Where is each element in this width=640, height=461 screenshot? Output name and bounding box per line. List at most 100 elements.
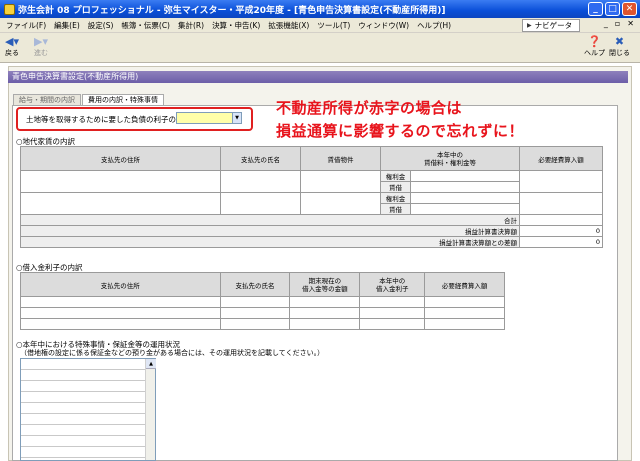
table-row: 権利金 <box>20 192 603 215</box>
table-row: 損益計算書決算額 0 <box>20 225 603 237</box>
mdi-close-icon[interactable]: ✕ <box>627 19 634 28</box>
menu-extensions[interactable]: 拡張機能(X) <box>264 20 313 31</box>
mdi-minimize-icon[interactable]: _ <box>604 19 608 28</box>
table-cell[interactable] <box>20 170 221 193</box>
forward-button[interactable]: ▶▾ 進む <box>34 36 48 58</box>
textarea-lines <box>21 359 145 460</box>
menu-summary[interactable]: 集計(R) <box>174 20 208 31</box>
maximize-icon[interactable]: □ <box>605 2 620 16</box>
loan-header-name: 支払先の氏名 <box>219 272 291 297</box>
sub-label-rent: 賃借 <box>380 203 411 215</box>
app-icon <box>4 3 15 15</box>
table-cell[interactable] <box>519 192 603 215</box>
pl-amount-value: 0 <box>519 225 603 237</box>
table-cell[interactable] <box>220 192 301 215</box>
back-label: 戻る <box>5 49 19 57</box>
callout-line-1: 不動産所得が赤字の場合は <box>276 99 463 117</box>
rent-table: 支払先の住所 支払先の氏名 賃借物件 本年中の 賃借料・権利金等 必要経費算入額… <box>20 146 603 248</box>
menu-file[interactable]: ファイル(F) <box>2 20 50 31</box>
forward-arrow-icon: ▶▾ <box>34 35 48 48</box>
table-cell[interactable] <box>220 170 301 193</box>
table-cell[interactable] <box>359 318 426 330</box>
textarea-scrollbar[interactable]: ▲ <box>145 359 156 460</box>
table-cell[interactable] <box>289 296 361 308</box>
table-cell[interactable] <box>424 296 505 308</box>
menu-window[interactable]: ウィンドウ(W) <box>354 20 413 31</box>
forward-label: 進む <box>34 49 48 57</box>
rent-header-amount: 本年中の 賃借料・権利金等 <box>380 146 520 171</box>
pl-amount-label: 損益計算書決算額 <box>20 225 520 237</box>
table-cell[interactable] <box>219 307 291 319</box>
menu-edit[interactable]: 編集(E) <box>50 20 84 31</box>
table-cell[interactable] <box>424 318 505 330</box>
close-label: 閉じる <box>609 49 630 57</box>
table-cell[interactable] <box>219 318 291 330</box>
table-cell[interactable] <box>300 192 381 215</box>
toolbar: ◀▾ 戻る ▶▾ 進む ❓ ヘルプ ✖ 閉じる <box>0 33 640 63</box>
total-label: 合計 <box>20 214 520 226</box>
sub-label-key-money: 権利金 <box>380 192 411 204</box>
pl-diff-label: 損益計算書決算額との差額 <box>20 236 520 248</box>
table-cell[interactable] <box>410 170 520 182</box>
back-button[interactable]: ◀▾ 戻る <box>5 36 19 58</box>
rent-header-name: 支払先の氏名 <box>220 146 301 171</box>
window-controls: _ □ ✕ <box>588 2 637 16</box>
table-cell[interactable] <box>20 192 221 215</box>
table-row: 損益計算書決算額との差額 0 <box>20 236 603 248</box>
table-cell[interactable] <box>519 170 603 193</box>
tab-expense-breakdown[interactable]: 費用の内訳・特殊事情 <box>82 94 164 105</box>
table-cell[interactable] <box>289 307 361 319</box>
loan-header-interest: 本年中の 借入金利子 <box>359 272 426 297</box>
table-cell[interactable] <box>410 192 520 204</box>
menu-tools[interactable]: ツール(T) <box>313 20 354 31</box>
loan-header-balance: 期末現在の 借入金等の金額 <box>289 272 361 297</box>
help-label: ヘルプ <box>584 49 605 57</box>
table-cell[interactable] <box>219 296 291 308</box>
rent-header-expense: 必要経費算入額 <box>519 146 603 171</box>
rent-header-address: 支払先の住所 <box>20 146 221 171</box>
total-value <box>519 214 603 226</box>
special-circumstances-textarea[interactable]: ▲ <box>20 358 156 461</box>
table-cell[interactable] <box>20 296 221 308</box>
tab-salary-breakdown[interactable]: 給与・期間の内訳 <box>13 94 81 105</box>
close-icon[interactable]: ✕ <box>622 2 637 16</box>
special-section-note: （借地権の設定に係る保証金などの預り金がある場合には、その運用状況を記載してくだ… <box>20 349 325 357</box>
mdi-restore-icon[interactable]: ▫ <box>615 19 620 28</box>
close-button[interactable]: ✖ 閉じる <box>609 36 630 58</box>
callout-line-2: 損益通算に影響するので忘れずに！ <box>276 122 525 140</box>
menu-settings[interactable]: 設定(S) <box>84 20 118 31</box>
scroll-up-icon[interactable]: ▲ <box>146 359 156 369</box>
window-title: 弥生会計 08 プロフェッショナル - 弥生マイスター・平成20年度 - [青色… <box>18 5 446 16</box>
table-row: 権利金 <box>20 170 603 193</box>
menu-closing[interactable]: 決算・申告(K) <box>208 20 264 31</box>
loan-header-address: 支払先の住所 <box>20 272 221 297</box>
highlight-box <box>16 107 253 131</box>
title-bar: 弥生会計 08 プロフェッショナル - 弥生マイスター・平成20年度 - [青色… <box>0 0 640 18</box>
navigator-icon: ▶ <box>527 22 532 29</box>
table-cell[interactable] <box>359 307 426 319</box>
sub-label-rent: 賃借 <box>380 181 411 193</box>
help-icon: ❓ <box>587 35 602 48</box>
navigator-button[interactable]: ▶ ナビゲータ <box>522 19 580 32</box>
table-cell[interactable] <box>410 181 520 193</box>
table-cell[interactable] <box>289 318 361 330</box>
help-button[interactable]: ❓ ヘルプ <box>584 36 605 58</box>
menu-help[interactable]: ヘルプ(H) <box>413 20 455 31</box>
table-cell[interactable] <box>424 307 505 319</box>
table-cell[interactable] <box>20 307 221 319</box>
minimize-icon[interactable]: _ <box>588 2 603 16</box>
table-cell[interactable] <box>359 296 426 308</box>
pl-diff-value: 0 <box>519 236 603 248</box>
table-cell[interactable] <box>300 170 381 193</box>
loan-table: 支払先の住所 支払先の氏名 期末現在の 借入金等の金額 本年中の 借入金利子 必… <box>20 272 505 330</box>
table-cell[interactable] <box>20 318 221 330</box>
section-title: 青色申告決算書設定(不動産所得用) <box>8 71 628 83</box>
sub-label-key-money: 権利金 <box>380 170 411 182</box>
mdi-controls: _ ▫ ✕ <box>604 19 634 28</box>
table-cell[interactable] <box>410 203 520 215</box>
loan-header-expense: 必要経費算入額 <box>424 272 505 297</box>
table-row <box>20 318 505 330</box>
back-arrow-icon: ◀▾ <box>5 35 19 48</box>
menu-ledger[interactable]: 帳簿・伝票(C) <box>117 20 174 31</box>
table-row: 合計 <box>20 214 603 226</box>
